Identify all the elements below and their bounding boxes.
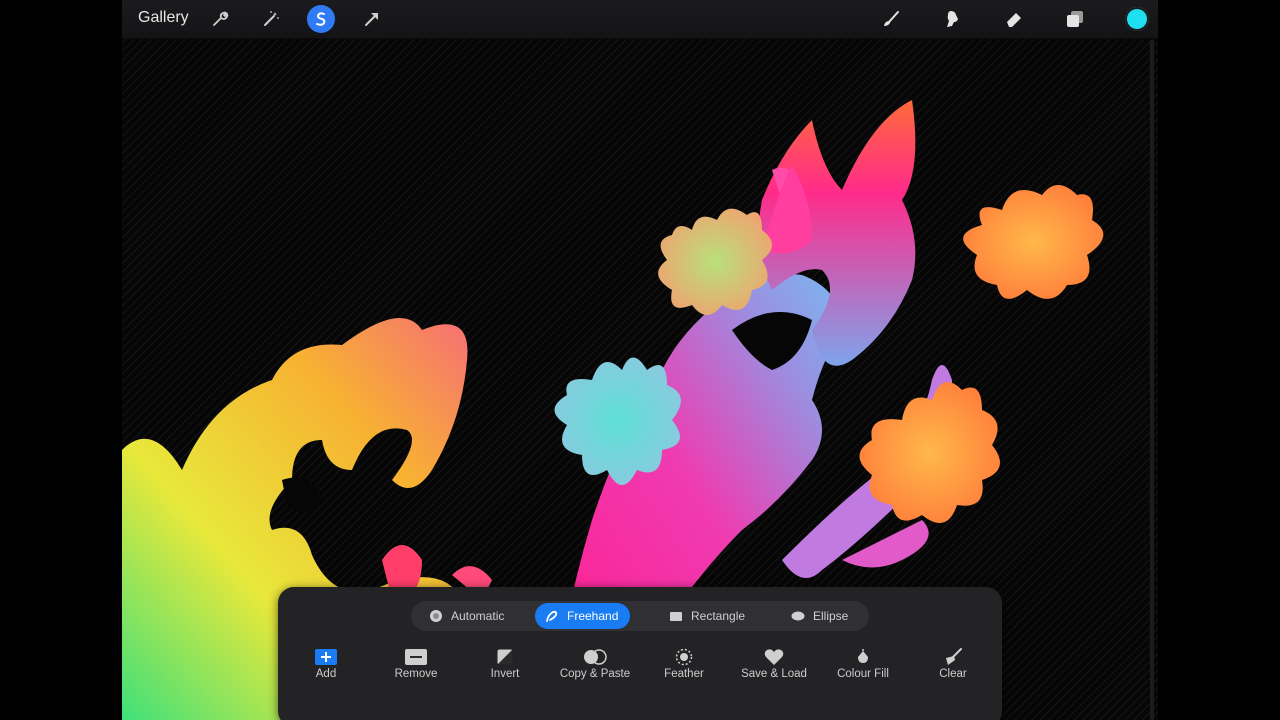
heart-icon xyxy=(731,647,817,667)
smudge-icon[interactable] xyxy=(940,7,964,31)
gallery-button[interactable]: Gallery xyxy=(138,9,189,27)
mode-freehand[interactable]: Freehand xyxy=(535,603,631,629)
copy-paste-button[interactable]: Copy & Paste xyxy=(552,647,638,687)
remove-label: Remove xyxy=(394,668,438,680)
color-picker-button[interactable] xyxy=(1125,7,1149,31)
ellipse-icon xyxy=(791,609,805,623)
procreate-app: Gallery Automatic Freehand Rectangle Ell… xyxy=(122,0,1158,720)
freehand-icon xyxy=(545,609,559,623)
remove-icon xyxy=(373,647,459,667)
colour-fill-icon xyxy=(820,647,906,667)
transform-arrow-icon[interactable] xyxy=(360,7,384,31)
copy-paste-label: Copy & Paste xyxy=(559,668,631,680)
selection-panel: Automatic Freehand Rectangle Ellipse Add… xyxy=(278,587,1002,720)
feather-button[interactable]: Feather xyxy=(641,647,727,687)
wrench-icon[interactable] xyxy=(208,7,232,31)
invert-icon xyxy=(462,647,548,667)
feather-label: Feather xyxy=(664,668,704,680)
eraser-icon[interactable] xyxy=(1002,7,1026,31)
selection-mode-bar: Automatic Freehand Rectangle Ellipse xyxy=(411,601,869,631)
selection-actions: Add Remove Invert Copy & Paste Feather S… xyxy=(278,647,1002,687)
invert-label: Invert xyxy=(490,668,520,680)
mode-automatic[interactable]: Automatic xyxy=(419,603,516,629)
clear-icon xyxy=(910,647,996,667)
mode-label: Ellipse xyxy=(813,609,849,623)
brush-icon[interactable] xyxy=(879,7,903,31)
rectangle-icon xyxy=(669,609,683,623)
mode-label: Automatic xyxy=(451,609,505,623)
mode-ellipse[interactable]: Ellipse xyxy=(781,603,860,629)
save-load-button[interactable]: Save & Load xyxy=(731,647,817,687)
selection-icon[interactable] xyxy=(307,5,335,33)
mode-label: Rectangle xyxy=(691,609,746,623)
remove-button[interactable]: Remove xyxy=(373,647,459,687)
colour-fill-label: Colour Fill xyxy=(837,668,889,680)
copy-paste-icon xyxy=(552,647,638,667)
add-label: Add xyxy=(315,668,337,680)
add-button[interactable]: Add xyxy=(283,647,369,687)
save-load-label: Save & Load xyxy=(741,668,807,680)
feather-icon xyxy=(641,647,727,667)
top-toolbar: Gallery xyxy=(122,0,1158,39)
magic-wand-icon[interactable] xyxy=(259,7,283,31)
mode-rectangle[interactable]: Rectangle xyxy=(659,603,757,629)
invert-button[interactable]: Invert xyxy=(462,647,548,687)
colour-fill-button[interactable]: Colour Fill xyxy=(820,647,906,687)
right-edge-scrollbar xyxy=(1150,40,1154,720)
mode-label: Freehand xyxy=(567,609,619,623)
clear-button[interactable]: Clear xyxy=(910,647,996,687)
add-icon xyxy=(283,647,369,667)
layers-icon[interactable] xyxy=(1063,7,1087,31)
automatic-icon xyxy=(429,609,443,623)
clear-label: Clear xyxy=(939,668,967,680)
